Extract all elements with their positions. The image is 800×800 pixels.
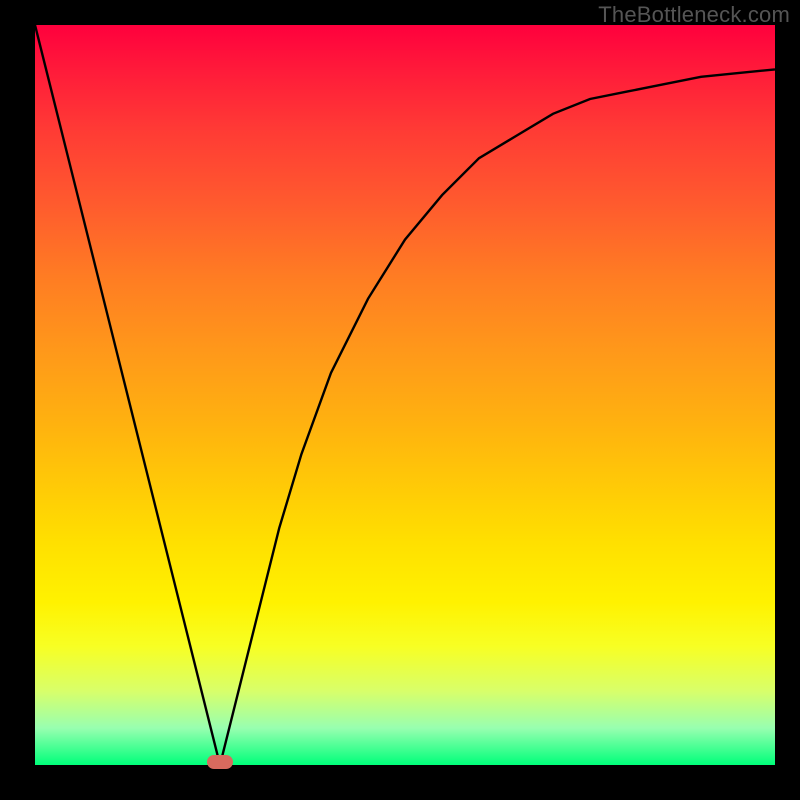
attribution-text: TheBottleneck.com [598,2,790,28]
optimal-marker [207,755,233,769]
curve-svg [35,25,775,765]
chart-frame: TheBottleneck.com [0,0,800,800]
bottleneck-curve [35,25,775,765]
plot-area [35,25,775,765]
